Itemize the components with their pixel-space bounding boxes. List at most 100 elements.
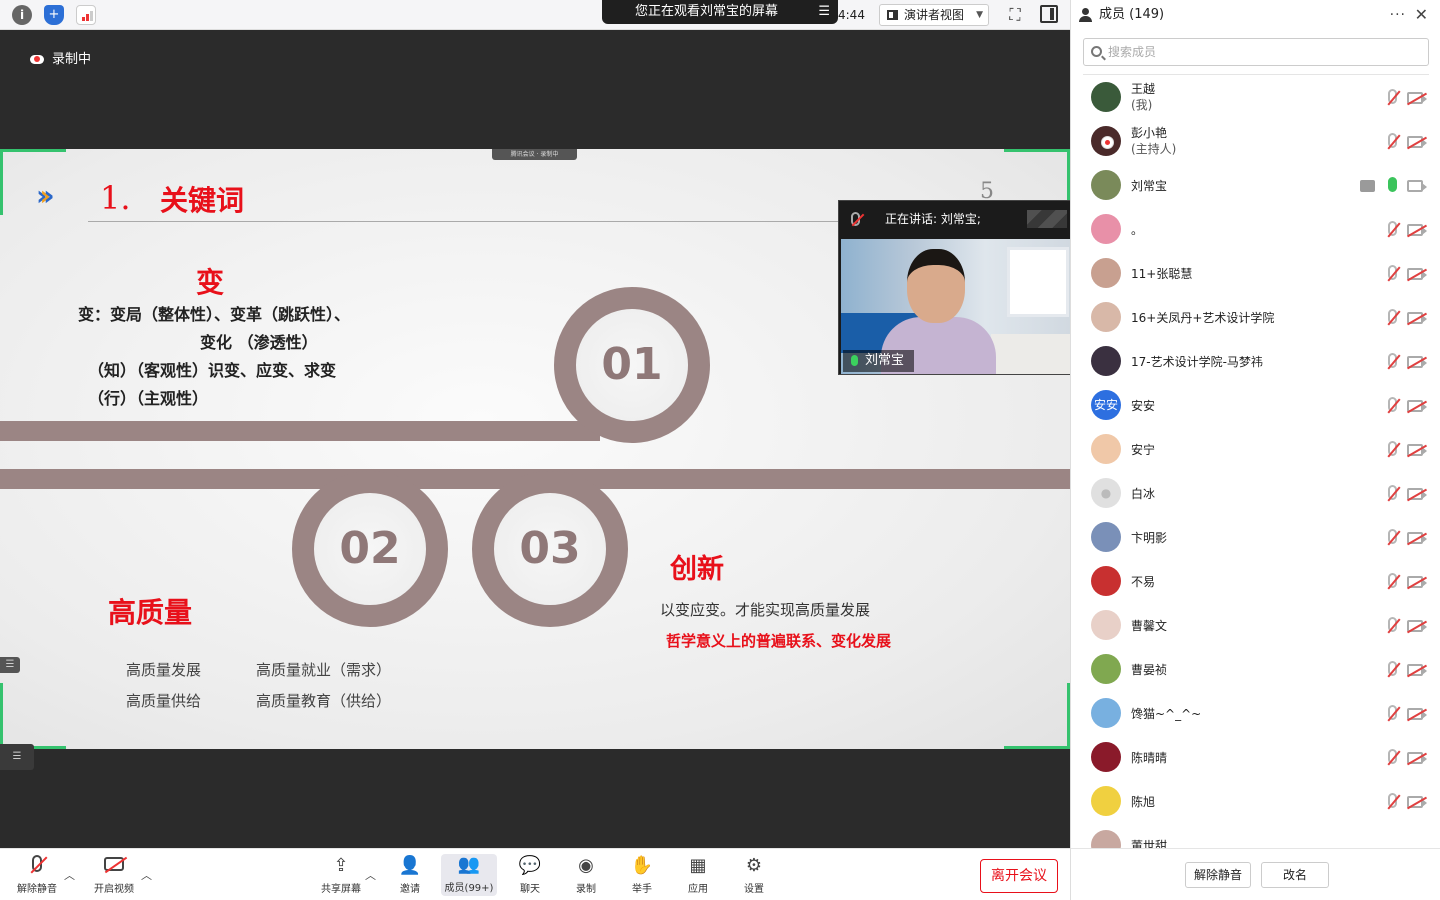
chat-button[interactable]: 💬 聊天	[502, 855, 558, 895]
list-item[interactable]: 卞明影	[1071, 516, 1440, 560]
list-item[interactable]: 曹馨文	[1071, 604, 1440, 648]
banner-menu-icon[interactable]: ☰	[818, 0, 830, 24]
avatar	[1091, 654, 1121, 684]
avatar: 安安	[1091, 390, 1121, 420]
mic-muted-icon[interactable]	[1388, 265, 1397, 280]
mic-muted-icon[interactable]	[1388, 89, 1397, 104]
mic-muted-icon[interactable]	[1388, 485, 1397, 500]
camera-off-icon[interactable]	[1407, 752, 1427, 764]
camera-off-icon[interactable]	[1407, 664, 1427, 676]
add-user-icon: 👤	[398, 855, 422, 876]
list-item[interactable]: 17-艺术设计学院-马梦祎	[1071, 340, 1440, 384]
active-speaker-window[interactable]: 正在讲话: 刘常宝; 刘常宝	[838, 200, 1082, 375]
list-item[interactable]: 安安 安安	[1071, 384, 1440, 428]
sidebar-toggle-icon[interactable]	[1040, 5, 1058, 23]
list-item[interactable]: 安宁	[1071, 428, 1440, 472]
quality-item: 高质量供给	[126, 692, 202, 710]
camera-off-icon[interactable]	[1407, 224, 1427, 236]
mic-muted-icon[interactable]	[1388, 441, 1397, 456]
decor-band	[0, 421, 600, 441]
unmute-button[interactable]: 解除静音	[9, 855, 65, 895]
unmute-all-button[interactable]: 解除静音	[1185, 862, 1251, 888]
info-icon[interactable]: i	[12, 5, 32, 25]
camera-off-icon[interactable]	[1407, 576, 1427, 588]
chevron-up-icon[interactable]: ︿	[365, 867, 376, 883]
list-item[interactable]: 董世甜	[1071, 824, 1440, 848]
list-item[interactable]: 曹晏祯	[1071, 648, 1440, 692]
list-item[interactable]: 刘常宝	[1071, 164, 1440, 208]
member-name: 曹晏祯	[1131, 663, 1168, 677]
member-search-input[interactable]: 搜索成员	[1083, 38, 1429, 66]
camera-off-icon[interactable]	[1407, 92, 1427, 104]
mic-muted-icon[interactable]	[1388, 793, 1397, 808]
list-item[interactable]: 王越 (我)	[1071, 76, 1440, 120]
avatar	[1091, 170, 1121, 200]
share-screen-button[interactable]: ⇪ 共享屏幕	[313, 855, 369, 895]
members-button[interactable]: 👥 成员(99+)	[441, 854, 497, 896]
mic-muted-icon[interactable]	[1388, 573, 1397, 588]
camera-off-icon[interactable]	[1407, 268, 1427, 280]
invite-button[interactable]: 👤 邀请	[382, 855, 438, 895]
camera-off-icon[interactable]	[1407, 444, 1427, 456]
list-item[interactable]: 不易	[1071, 560, 1440, 604]
mic-muted-icon[interactable]	[1388, 529, 1397, 544]
camera-icon[interactable]	[1407, 180, 1427, 192]
list-item[interactable]: ● 白冰	[1071, 472, 1440, 516]
mic-muted-icon[interactable]	[1388, 133, 1397, 148]
chevron-up-icon[interactable]: ︿	[141, 867, 152, 883]
camera-off-icon[interactable]	[1407, 136, 1427, 148]
mic-muted-icon[interactable]	[1388, 397, 1397, 412]
camera-off-icon[interactable]	[1407, 796, 1427, 808]
mic-active-icon[interactable]	[1388, 177, 1397, 192]
frame-corner	[1004, 746, 1070, 749]
speaker-name: 刘常宝	[865, 353, 905, 368]
settings-button[interactable]: ⚙ 设置	[726, 855, 782, 895]
camera-off-icon[interactable]	[1407, 488, 1427, 500]
rename-button[interactable]: 改名	[1261, 862, 1329, 888]
list-item[interactable]: 馋猫~^_^~	[1071, 692, 1440, 736]
camera-off-icon[interactable]	[1407, 620, 1427, 632]
list-item[interactable]: 陈旭	[1071, 780, 1440, 824]
mic-muted-icon[interactable]	[1388, 705, 1397, 720]
security-shield-icon[interactable]: +	[44, 5, 64, 25]
mic-muted-icon[interactable]	[1388, 221, 1397, 236]
network-signal-icon[interactable]	[76, 5, 96, 25]
side-list-icon[interactable]: ☰	[0, 744, 34, 770]
raise-hand-button[interactable]: ✋ 举手	[614, 855, 670, 895]
mic-active-icon	[851, 355, 858, 366]
mic-muted-icon[interactable]	[1388, 617, 1397, 632]
chevron-up-icon[interactable]: ︿	[64, 867, 75, 883]
camera-off-icon[interactable]	[1407, 708, 1427, 720]
innovation-red-line: 哲学意义上的普遍联系、变化发展	[666, 632, 892, 650]
member-name: 安安	[1131, 399, 1156, 413]
list-item[interactable]: 。	[1071, 208, 1440, 252]
leave-meeting-button[interactable]: 离开会议	[980, 859, 1058, 893]
fullscreen-icon[interactable]: ⛶	[1004, 4, 1026, 26]
speaker-status-bar: 正在讲话: 刘常宝;	[839, 201, 1081, 237]
camera-off-icon[interactable]	[1407, 400, 1427, 412]
member-name: 刘常宝	[1131, 179, 1168, 193]
list-item[interactable]: 11+张聪慧	[1071, 252, 1440, 296]
innovation-line: 以变应变。才能实现高质量发展	[660, 601, 871, 619]
member-name: 安宁	[1131, 443, 1156, 457]
mic-muted-icon[interactable]	[1388, 749, 1397, 764]
chat-label: 聊天	[520, 884, 540, 895]
mic-muted-icon[interactable]	[1388, 661, 1397, 676]
mic-muted-icon[interactable]	[1388, 309, 1397, 324]
list-item[interactable]: 陈晴晴	[1071, 736, 1440, 780]
mic-muted-icon[interactable]	[1388, 353, 1397, 368]
apps-button[interactable]: ▦ 应用	[670, 855, 726, 895]
side-list-icon[interactable]: ☰	[0, 657, 20, 673]
close-icon[interactable]: ✕	[1415, 0, 1428, 30]
list-item[interactable]: 彭小艳 (主持人)	[1071, 120, 1440, 164]
record-button[interactable]: ◉ 录制	[558, 855, 614, 895]
start-video-button[interactable]: 开启视频	[86, 855, 142, 895]
more-options-icon[interactable]: ···	[1390, 0, 1406, 30]
view-mode-dropdown[interactable]: 演讲者视图 ▼	[879, 4, 989, 26]
list-item[interactable]: 16+关凤丹+艺术设计学院	[1071, 296, 1440, 340]
camera-off-icon[interactable]	[1407, 312, 1427, 324]
camera-off-icon[interactable]	[1407, 356, 1427, 368]
recording-label: 录制中	[52, 52, 92, 67]
avatar	[1091, 786, 1121, 816]
camera-off-icon[interactable]	[1407, 532, 1427, 544]
